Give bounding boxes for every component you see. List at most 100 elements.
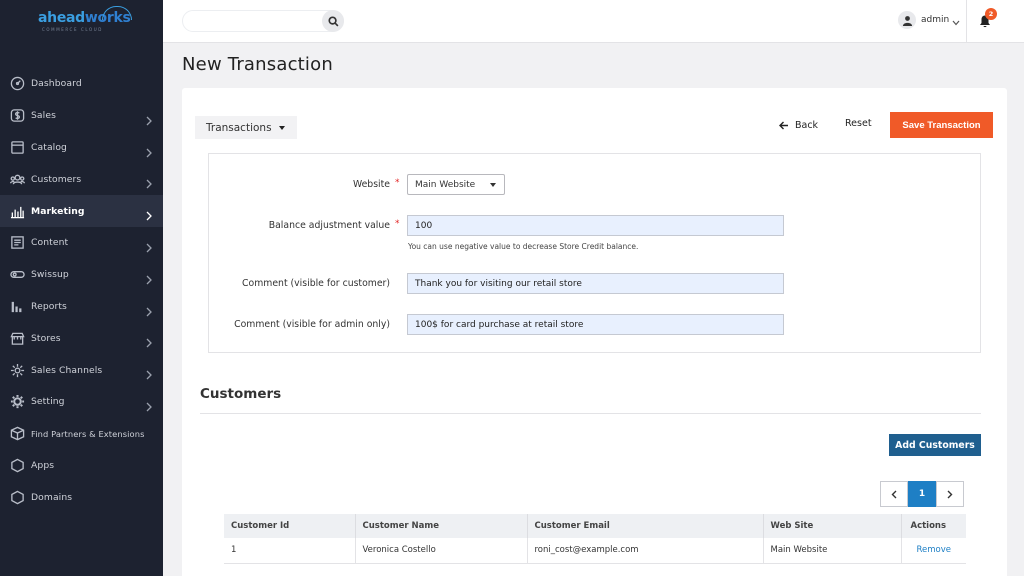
sidebar-item-label: Reports: [31, 300, 67, 312]
cell-web-site: Main Website: [762, 538, 901, 564]
reset-button[interactable]: Reset: [845, 118, 872, 129]
user-name: admin: [921, 15, 950, 25]
sidebar-item-sales-channels[interactable]: Sales Channels: [0, 354, 163, 386]
search-button[interactable]: [322, 10, 344, 32]
sidebar-item-apps[interactable]: Apps: [0, 450, 163, 482]
sidebar-item-customers[interactable]: Customers: [0, 163, 163, 195]
comment-customer-input[interactable]: Thank you for visiting our retail store: [407, 273, 784, 294]
user-icon: [902, 15, 912, 26]
website-select[interactable]: Main Website: [407, 174, 505, 195]
transactions-dropdown-label: Transactions: [206, 121, 272, 134]
column-header-customer-name[interactable]: Customer Name: [354, 514, 527, 538]
save-transaction-button[interactable]: Save Transaction: [890, 112, 993, 138]
chevron-down-icon: [949, 11, 960, 30]
brand-logo[interactable]: aheadworks COMMERCE CLOUD: [38, 6, 132, 40]
hexagon-icon: [9, 457, 25, 473]
sidebar-item-label: Customers: [31, 173, 82, 185]
stores-icon: [9, 330, 25, 346]
chevron-right-icon: [145, 174, 155, 189]
column-header-customer-email[interactable]: Customer Email: [526, 514, 763, 538]
arrow-left-icon: [779, 121, 788, 129]
column-header-customer-id[interactable]: Customer Id: [224, 514, 355, 538]
comment-admin-input[interactable]: 100$ for card purchase at retail store: [407, 314, 784, 335]
transaction-card: Transactions Back Reset Save Transaction…: [182, 88, 1007, 576]
sidebar-item-swissup[interactable]: Swissup: [0, 259, 163, 291]
topbar-divider: [966, 0, 967, 43]
prev-page-button[interactable]: [880, 481, 908, 507]
back-button[interactable]: Back: [779, 118, 818, 132]
section-divider: [200, 413, 981, 414]
sidebar-item-marketing[interactable]: Marketing: [0, 195, 163, 227]
caret-down-icon: [278, 125, 285, 130]
sidebar-item-label: Swissup: [31, 269, 69, 281]
next-page-button[interactable]: [936, 481, 964, 507]
sidebar-item-label: Content: [31, 237, 69, 249]
chevron-right-icon: [145, 397, 155, 412]
sidebar-item-domains[interactable]: Domains: [0, 481, 163, 513]
remove-link[interactable]: Remove: [900, 538, 966, 564]
table-row: 1 Veronica Costello roni_cost@example.co…: [224, 538, 966, 564]
balance-input[interactable]: 100: [407, 215, 784, 236]
balance-label: Balance adjustment value: [268, 220, 390, 231]
table-header-row: Customer Id Customer Name Customer Email…: [224, 514, 966, 538]
search-input[interactable]: [191, 14, 321, 30]
column-header-web-site[interactable]: Web Site: [762, 514, 901, 538]
sidebar-nav: Dashboard Sales Catalog Customers Market…: [0, 68, 163, 513]
sidebar-item-content[interactable]: Content: [0, 227, 163, 259]
cell-customer-name: Veronica Costello: [354, 538, 527, 564]
catalog-icon: [9, 139, 25, 155]
sidebar-item-label: Apps: [31, 459, 55, 471]
sidebar-item-label: Domains: [31, 491, 73, 503]
balance-hint: You can use negative value to decrease S…: [408, 242, 639, 251]
comment-customer-label: Comment (visible for customer): [242, 278, 390, 289]
sidebar-item-catalog[interactable]: Catalog: [0, 132, 163, 164]
sidebar-item-label: Dashboard: [31, 78, 82, 90]
content-icon: [9, 235, 25, 251]
reports-icon: [9, 298, 25, 314]
sales-channels-icon: [9, 362, 25, 378]
customers-section-title: Customers: [200, 386, 282, 402]
gear-icon: [9, 394, 25, 410]
page-title: New Transaction: [182, 54, 333, 75]
sidebar-item-reports[interactable]: Reports: [0, 291, 163, 323]
brand-tagline: COMMERCE CLOUD: [42, 27, 103, 32]
customers-icon: [9, 171, 25, 187]
sidebar-item-label: Marketing: [31, 205, 85, 217]
customers-table: Customer Id Customer Name Customer Email…: [224, 514, 966, 564]
sidebar-item-find-partners[interactable]: Find Partners & Extensions: [0, 418, 163, 450]
caret-down-icon: [490, 183, 496, 187]
chevron-right-icon: [145, 333, 155, 348]
dollar-icon: [9, 108, 25, 124]
sidebar-item-setting[interactable]: Setting: [0, 386, 163, 418]
required-mark: *: [395, 219, 400, 229]
dashboard-icon: [9, 76, 25, 92]
add-customers-button[interactable]: Add Customers: [889, 434, 981, 456]
user-menu[interactable]: admin: [898, 10, 960, 30]
chevron-right-icon: [145, 111, 155, 126]
sidebar: aheadworks COMMERCE CLOUD Dashboard Sale…: [0, 0, 163, 576]
box-icon: [9, 426, 25, 442]
hexagon-icon: [9, 489, 25, 505]
chevron-left-icon: [891, 490, 897, 498]
chevron-right-icon: [145, 365, 155, 380]
chevron-right-icon: [145, 206, 155, 221]
swissup-icon: [9, 267, 25, 283]
sidebar-item-stores[interactable]: Stores: [0, 322, 163, 354]
chevron-right-icon: [145, 302, 155, 317]
sidebar-item-label: Sales: [31, 110, 56, 122]
sidebar-item-dashboard[interactable]: Dashboard: [0, 68, 163, 100]
marketing-icon: [9, 203, 25, 219]
sidebar-item-sales[interactable]: Sales: [0, 100, 163, 132]
chevron-right-icon: [145, 143, 155, 158]
website-label: Website: [352, 179, 390, 190]
cell-customer-id: 1: [224, 538, 355, 564]
cloud-icon: [102, 6, 132, 20]
topbar: admin 2: [163, 0, 1024, 43]
transactions-dropdown[interactable]: Transactions: [195, 116, 297, 139]
back-label: Back: [795, 119, 819, 131]
cell-customer-email: roni_cost@example.com: [526, 538, 763, 564]
sidebar-item-label: Find Partners & Extensions: [31, 428, 145, 439]
page-number-button[interactable]: 1: [908, 481, 936, 507]
column-header-actions: Actions: [900, 514, 966, 538]
sidebar-item-label: Stores: [31, 332, 61, 344]
